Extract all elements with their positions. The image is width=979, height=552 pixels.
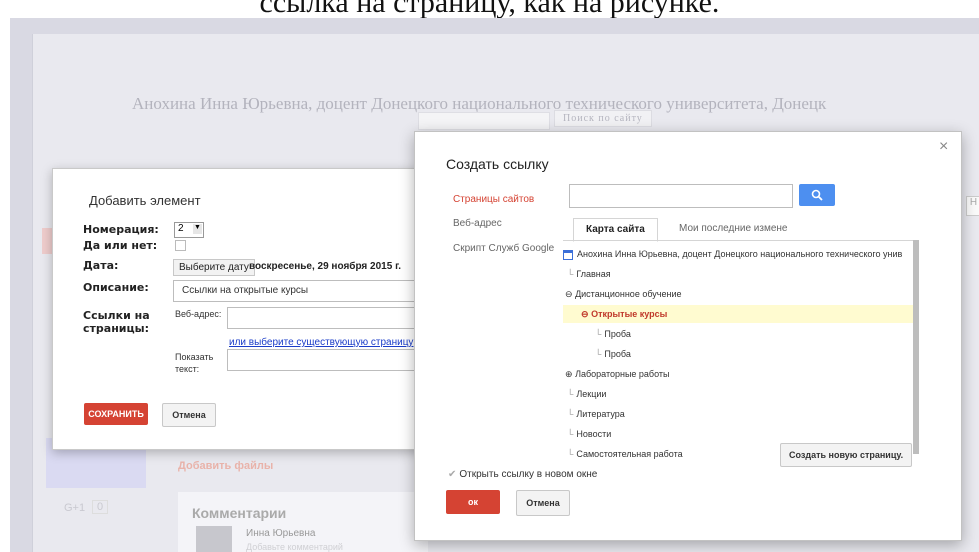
add-dialog-title: Добавить элемент: [89, 193, 201, 208]
avatar: [196, 526, 232, 552]
tree-item[interactable]: └ Проба: [595, 345, 631, 363]
comments-title: Комментарии: [192, 505, 287, 521]
date-label: Дата:: [83, 259, 119, 272]
web-address-field[interactable]: [227, 307, 435, 329]
page-search-input[interactable]: [569, 184, 793, 208]
sidebar-item-site-pages[interactable]: Страницы сайтов: [453, 194, 534, 205]
open-in-new-window-checkbox[interactable]: ✔ Открыть ссылку в новом окне: [448, 469, 597, 480]
numbering-select[interactable]: 2 ▼: [174, 222, 204, 238]
tree-item[interactable]: ⊖ Дистанционное обучение: [565, 285, 681, 303]
save-button[interactable]: СОХРАНИТЬ: [84, 403, 148, 425]
choose-existing-page-link[interactable]: или выберите существующую страницу: [229, 337, 413, 348]
show-text-label-line2: текст:: [175, 364, 200, 374]
tab-sitemap[interactable]: Карта сайта: [573, 218, 658, 242]
description-field[interactable]: Ссылки на открытые курсы: [173, 280, 443, 302]
tree-item-selected[interactable]: ⊖ Открытые курсы: [563, 305, 913, 323]
tree-elbow-icon: └: [567, 409, 574, 419]
links-label-line1: Ссылки на: [83, 309, 150, 322]
show-text-label: Показать текст:: [175, 351, 215, 375]
comment-author: Инна Юрьевна: [246, 528, 316, 539]
top-caption: ссылка на страницу, как на рисунке.: [259, 0, 720, 19]
right-edge-tab[interactable]: Н: [966, 196, 979, 216]
site-search-input[interactable]: [418, 112, 550, 130]
gplus-count: 0: [92, 500, 109, 514]
close-icon[interactable]: ×: [939, 138, 948, 156]
tree-item[interactable]: └ Самостоятельная работа: [567, 445, 683, 463]
collapse-icon[interactable]: ⊖: [565, 289, 573, 299]
sitemap-tree: Анохина Инна Юрьевна, доцент Донецкого н…: [563, 240, 913, 465]
checkmark-icon: ✔: [448, 469, 457, 480]
tree-elbow-icon: └: [567, 389, 574, 399]
comment-input[interactable]: Добавьте комментарий: [246, 542, 343, 552]
search-button[interactable]: [799, 184, 835, 206]
links-label: Ссылки на страницы:: [83, 309, 150, 335]
sidebar-item-web-address[interactable]: Веб-адрес: [453, 218, 502, 229]
yes-no-label: Да или нет:: [83, 239, 158, 252]
tree-item[interactable]: └ Проба: [595, 325, 631, 343]
links-label-line2: страницы:: [83, 322, 149, 335]
tree-elbow-icon: └: [567, 449, 574, 459]
open-in-new-window-label: Открыть ссылку в новом окне: [459, 469, 598, 480]
cancel-button[interactable]: Отмена: [516, 490, 570, 516]
add-element-dialog: Добавить элемент Номерация: 2 ▼ Да или н…: [52, 168, 443, 450]
tree-elbow-icon: └: [567, 429, 574, 439]
link-dialog-title: Создать ссылку: [446, 156, 549, 172]
collapse-icon[interactable]: ⊖: [581, 309, 589, 319]
numbering-value: 2: [178, 223, 184, 234]
tab-recent-changes[interactable]: Мои последние измене: [667, 218, 800, 240]
tree-item[interactable]: └ Главная: [567, 265, 611, 283]
chevron-down-icon: ▼: [193, 224, 202, 234]
tree-scrollbar[interactable]: [913, 240, 919, 454]
tree-item[interactable]: └ Лекции: [567, 385, 606, 403]
choose-date-button[interactable]: Выберите дату: [173, 259, 255, 276]
cancel-button[interactable]: Отмена: [162, 403, 216, 427]
search-icon: [811, 189, 823, 201]
create-link-dialog: × Создать ссылку Страницы сайтов Веб-адр…: [414, 131, 962, 541]
tree-item[interactable]: ⊕ Лабораторные работы: [565, 365, 670, 383]
gplus-button[interactable]: G+1: [64, 502, 85, 514]
date-value: воскресенье, 29 ноября 2015 г.: [249, 261, 402, 272]
tree-item[interactable]: └ Новости: [567, 425, 611, 443]
yes-no-checkbox[interactable]: [175, 240, 186, 251]
site-title: Анохина Инна Юрьевна, доцент Донецкого н…: [132, 94, 827, 113]
tree-elbow-icon: └: [595, 349, 602, 359]
description-label: Описание:: [83, 281, 149, 294]
page-icon: [563, 249, 573, 260]
expand-icon[interactable]: ⊕: [565, 369, 573, 379]
link-text-field[interactable]: [227, 349, 435, 371]
tree-item[interactable]: └ Литература: [567, 405, 625, 423]
ok-button[interactable]: ок: [446, 490, 500, 514]
create-new-page-button[interactable]: Создать новую страницу.: [780, 443, 913, 467]
web-address-label: Веб-адрес:: [175, 309, 222, 319]
site-search-button[interactable]: Поиск по сайту: [554, 110, 652, 127]
tree-elbow-icon: └: [595, 329, 602, 339]
numbering-label: Номерация:: [83, 223, 159, 236]
tree-item[interactable]: Анохина Инна Юрьевна, доцент Донецкого н…: [563, 245, 902, 263]
sidebar-item-apps-script[interactable]: Скрипт Служб Google: [453, 243, 554, 254]
show-text-label-line1: Показать: [175, 352, 214, 362]
tree-elbow-icon: └: [567, 269, 574, 279]
attach-files-link[interactable]: Добавить файлы: [178, 460, 273, 472]
